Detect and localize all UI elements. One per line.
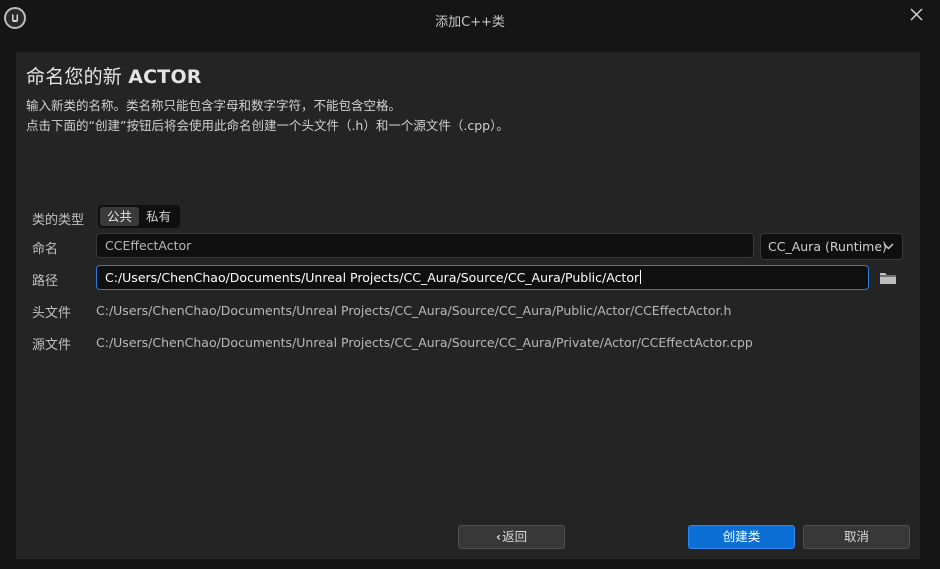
class-type-toggle: 公共 私有 <box>98 205 181 228</box>
heading-prefix: 命名您的新 <box>26 66 129 88</box>
class-type-private-option[interactable]: 私有 <box>139 207 178 226</box>
header-file-label: 头文件 <box>32 306 72 321</box>
chevron-left-icon: ‹ <box>495 529 502 544</box>
module-dropdown[interactable]: CC_Aura (Runtime) <box>760 233 903 260</box>
folder-icon[interactable] <box>878 270 898 286</box>
source-file-path: C:/Users/ChenChao/Documents/Unreal Proje… <box>96 335 753 350</box>
description-line-2: 点击下面的“创建”按钮后将会使用此命名创建一个头文件（.h）和一个源文件（.cp… <box>26 118 509 133</box>
description-line-1: 输入新类的名称。类名称只能包含字母和数字字符，不能包含空格。 <box>26 98 402 113</box>
close-icon[interactable] <box>906 5 928 27</box>
heading-class-type: ACTOR <box>128 66 202 88</box>
back-button-label: 返回 <box>502 529 528 544</box>
cancel-button[interactable]: 取消 <box>803 525 910 549</box>
class-type-label: 类的类型 <box>32 213 85 228</box>
name-label: 命名 <box>32 242 59 257</box>
header-file-path: C:/Users/ChenChao/Documents/Unreal Proje… <box>96 303 732 318</box>
title-bar: 添加C++类 <box>0 0 940 38</box>
create-class-button[interactable]: 创建类 <box>688 525 795 549</box>
module-dropdown-value: CC_Aura (Runtime) <box>768 239 887 254</box>
text-caret <box>640 270 642 284</box>
path-label: 路径 <box>32 274 59 289</box>
class-name-input[interactable]: CCEffectActor <box>96 233 754 258</box>
back-button[interactable]: ‹返回 <box>458 525 565 549</box>
path-input-value: C:/Users/ChenChao/Documents/Unreal Proje… <box>105 270 640 285</box>
path-input[interactable]: C:/Users/ChenChao/Documents/Unreal Proje… <box>96 265 869 290</box>
window-title: 添加C++类 <box>435 15 505 30</box>
add-class-dialog: 命名您的新 ACTOR 输入新类的名称。类名称只能包含字母和数字字符，不能包含空… <box>16 52 920 559</box>
class-type-public-option[interactable]: 公共 <box>100 207 140 226</box>
source-file-label: 源文件 <box>32 338 72 353</box>
dialog-heading: 命名您的新 ACTOR <box>26 62 202 89</box>
chevron-down-icon <box>883 234 894 267</box>
